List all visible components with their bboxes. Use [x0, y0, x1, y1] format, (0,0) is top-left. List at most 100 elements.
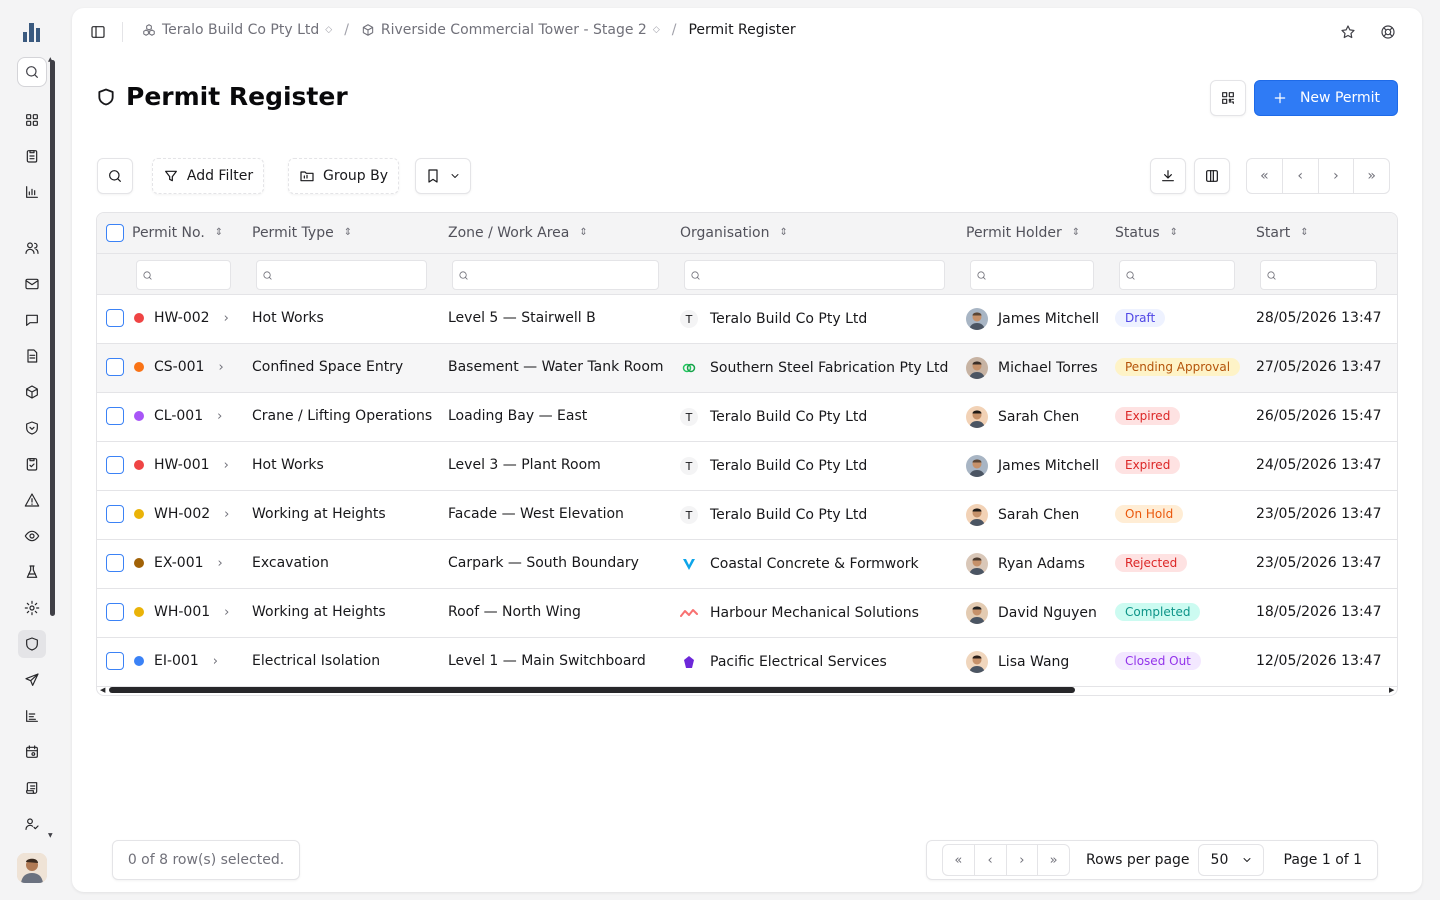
column-header-permit-no[interactable]: Permit No. ⇕ — [132, 225, 223, 241]
sidebar-item-hazards[interactable] — [20, 488, 44, 512]
add-filter-button[interactable]: Add Filter — [152, 158, 264, 194]
chevron-right-icon[interactable]: › — [224, 507, 229, 522]
last-page-button[interactable]: » — [1038, 845, 1069, 875]
last-page-button[interactable]: » — [1354, 159, 1389, 193]
prev-page-button[interactable]: ‹ — [1283, 159, 1319, 193]
chevron-right-icon[interactable]: › — [224, 605, 229, 620]
filter-input-permit-type[interactable] — [256, 260, 427, 290]
sidebar-item-dashboard[interactable] — [20, 108, 44, 132]
search-button[interactable] — [97, 158, 133, 194]
user-avatar[interactable] — [17, 853, 47, 883]
column-header-organisation[interactable]: Organisation ⇕ — [680, 225, 788, 241]
saved-views-button[interactable] — [415, 158, 471, 194]
sidebar-item-permits[interactable] — [18, 630, 46, 658]
sidebar-item-records[interactable] — [20, 776, 44, 800]
new-permit-button[interactable]: New Permit — [1254, 80, 1398, 116]
sidebar-item-box[interactable] — [20, 380, 44, 404]
permit-no-cell[interactable]: CS-001 › — [134, 359, 224, 375]
scroll-right-arrow[interactable]: ▶ — [1389, 686, 1394, 694]
filter-input-zone[interactable] — [452, 260, 659, 290]
sidebar-item-settings[interactable] — [20, 596, 44, 620]
permit-no-cell[interactable]: WH-001 › — [134, 604, 229, 620]
start-cell: 26/05/2026 15:47 — [1256, 408, 1382, 424]
chevron-right-icon[interactable]: › — [218, 556, 223, 571]
row-checkbox[interactable] — [106, 309, 124, 327]
qr-code-button[interactable] — [1210, 80, 1246, 116]
first-page-button[interactable]: « — [1247, 159, 1283, 193]
column-header-zone[interactable]: Zone / Work Area ⇕ — [448, 225, 588, 241]
export-button[interactable] — [1150, 158, 1186, 194]
chevron-right-icon[interactable]: › — [217, 409, 222, 424]
row-checkbox[interactable] — [106, 358, 124, 376]
row-checkbox[interactable] — [106, 554, 124, 572]
filter-input-organisation[interactable] — [684, 260, 945, 290]
prev-page-button[interactable]: ‹ — [975, 845, 1007, 875]
row-checkbox[interactable] — [106, 456, 124, 474]
column-header-start[interactable]: Start ⇕ — [1256, 225, 1309, 241]
chevron-right-icon[interactable]: › — [224, 458, 229, 473]
column-header-permit-type[interactable]: Permit Type ⇕ — [252, 225, 352, 241]
permit-no-cell[interactable]: HW-002 › — [134, 310, 229, 326]
table-row[interactable]: HW-002 › Hot Works Level 5 — Stairwell B… — [97, 295, 1397, 344]
sidebar-item-attendance[interactable] — [20, 812, 44, 836]
column-header-permit-holder[interactable]: Permit Holder ⇕ — [966, 225, 1080, 241]
sidebar-item-document[interactable] — [20, 344, 44, 368]
table-row[interactable]: EX-001 › Excavation Carpark — South Boun… — [97, 540, 1397, 589]
horizontal-scrollbar[interactable] — [109, 687, 1075, 693]
table-row[interactable]: WH-001 › Working at Heights Roof — North… — [97, 589, 1397, 638]
sidebar-scrollbar[interactable] — [50, 60, 55, 616]
columns-button[interactable] — [1194, 158, 1230, 194]
favorite-button[interactable] — [1340, 24, 1356, 40]
row-checkbox[interactable] — [106, 603, 124, 621]
sidebar-item-lab[interactable] — [20, 560, 44, 584]
chevron-right-icon[interactable]: › — [224, 311, 229, 326]
sidebar-item-observations[interactable] — [20, 524, 44, 548]
sidebar-scroll-down[interactable]: ▼ — [48, 832, 53, 839]
table-row[interactable]: HW-001 › Hot Works Level 3 — Plant Room … — [97, 442, 1397, 491]
row-checkbox[interactable] — [106, 407, 124, 425]
filter-input-status[interactable] — [1119, 260, 1235, 290]
filter-input-permit-no[interactable] — [136, 260, 231, 290]
permit-no-cell[interactable]: EX-001 › — [134, 555, 223, 571]
sidebar-item-checklist[interactable] — [20, 452, 44, 476]
sidebar-item-reports[interactable] — [20, 704, 44, 728]
sidebar-item-mail[interactable] — [20, 272, 44, 296]
logo-icon[interactable] — [20, 20, 44, 44]
select-all-checkbox[interactable] — [106, 224, 124, 242]
rows-per-page-select[interactable]: 50 — [1197, 844, 1264, 876]
sidebar-item-send[interactable] — [20, 668, 44, 692]
row-checkbox[interactable] — [106, 652, 124, 670]
breadcrumb-company[interactable]: Teralo Build Co Pty Ltd ◇ — [142, 22, 332, 38]
table-row[interactable]: EI-001 › Electrical Isolation Level 1 — … — [97, 638, 1397, 687]
table-row[interactable]: WH-002 › Working at Heights Facade — Wes… — [97, 491, 1397, 540]
chevron-right-icon[interactable]: › — [213, 654, 218, 669]
permit-no-cell[interactable]: EI-001 › — [134, 653, 218, 669]
group-by-button[interactable]: Group By — [288, 158, 399, 194]
toggle-sidebar-button[interactable] — [90, 24, 106, 40]
sidebar-item-chat[interactable] — [20, 308, 44, 332]
sidebar-item-chart[interactable] — [20, 180, 44, 204]
chevron-right-icon[interactable]: › — [218, 360, 223, 375]
breadcrumb-project[interactable]: Riverside Commercial Tower - Stage 2 ◇ — [361, 22, 660, 38]
avatar — [966, 406, 988, 428]
scroll-left-arrow[interactable]: ◀ — [100, 686, 105, 694]
next-page-button[interactable]: › — [1007, 845, 1039, 875]
first-page-button[interactable]: « — [943, 845, 975, 875]
sidebar-item-users[interactable] — [20, 236, 44, 260]
sidebar-item-calendar[interactable] — [20, 740, 44, 764]
table-row[interactable]: CS-001 › Confined Space Entry Basement —… — [97, 344, 1397, 393]
new-permit-label: New Permit — [1299, 90, 1381, 106]
table-row[interactable]: CL-001 › Crane / Lifting Operations Load… — [97, 393, 1397, 442]
next-page-button[interactable]: › — [1319, 159, 1355, 193]
permit-no-cell[interactable]: WH-002 › — [134, 506, 229, 522]
sidebar-item-safety[interactable] — [20, 416, 44, 440]
sidebar-item-clipboard[interactable] — [20, 144, 44, 168]
row-checkbox[interactable] — [106, 505, 124, 523]
filter-input-permit-holder[interactable] — [970, 260, 1094, 290]
permit-no-cell[interactable]: CL-001 › — [134, 408, 222, 424]
filter-input-start[interactable] — [1260, 260, 1377, 290]
help-button[interactable] — [1380, 24, 1396, 40]
column-header-status[interactable]: Status ⇕ — [1115, 225, 1178, 241]
permit-no-cell[interactable]: HW-001 › — [134, 457, 229, 473]
sidebar-search-button[interactable] — [17, 57, 47, 87]
